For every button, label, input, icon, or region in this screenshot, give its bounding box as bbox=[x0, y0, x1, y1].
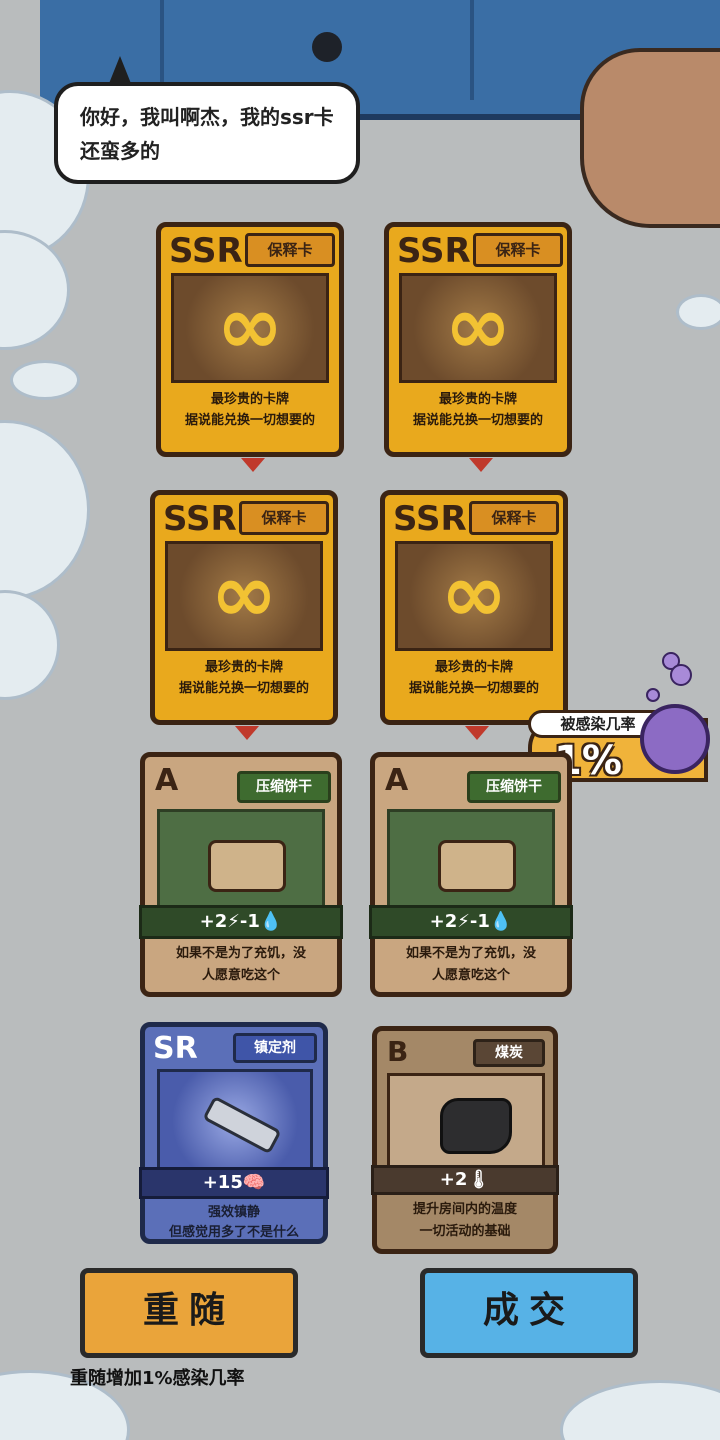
infinity-icon: ∞ bbox=[210, 547, 278, 640]
card-desc-line: 最珍贵的卡牌 bbox=[434, 660, 513, 675]
card-description: 强效镇静 但感觉用多了不是什么 bbox=[151, 1203, 317, 1243]
card-description: 最珍贵的卡牌 据说能兑换一切想要的 bbox=[391, 657, 557, 699]
card-name: 煤炭 bbox=[473, 1039, 545, 1067]
card-art bbox=[157, 809, 325, 917]
card-name: 镇定剂 bbox=[233, 1033, 317, 1063]
card-desc-line: 如果不是为了充饥，没 bbox=[405, 946, 536, 961]
syringe-icon bbox=[202, 1095, 282, 1155]
card-rank: SR bbox=[153, 1031, 198, 1066]
card-rank: SSR bbox=[163, 499, 237, 539]
snow-patch bbox=[10, 360, 80, 400]
card-rank: B bbox=[387, 1035, 409, 1068]
card-art: ∞ bbox=[395, 541, 553, 651]
npc-speech-bubble: 你好，我叫啊杰，我的ssr卡还蛮多的 bbox=[54, 82, 360, 184]
infinity-icon: ∞ bbox=[444, 279, 512, 372]
card-desc-line: 据说能兑换一切想要的 bbox=[184, 413, 315, 428]
trade-card-a-2[interactable]: A 压缩饼干 +2⚡-1💧 如果不是为了充饥，没 人愿意吃这个 bbox=[369, 752, 573, 997]
trade-card-a-1[interactable]: A 压缩饼干 +2⚡-1💧 如果不是为了充饥，没 人愿意吃这个 bbox=[139, 752, 343, 997]
snow-patch bbox=[0, 420, 90, 600]
coal-icon bbox=[440, 1098, 512, 1154]
card-art: ∞ bbox=[399, 273, 557, 383]
snow-patch bbox=[676, 294, 720, 330]
jacket-button bbox=[312, 32, 342, 62]
jacket-seam bbox=[470, 0, 474, 100]
card-description: 如果不是为了充饥，没 人愿意吃这个 bbox=[383, 943, 559, 987]
card-desc-line: 如果不是为了充饥，没 bbox=[175, 946, 306, 961]
card-description: 最珍贵的卡牌 据说能兑换一切想要的 bbox=[395, 389, 561, 431]
trade-card-b[interactable]: B 煤炭 +2🌡 提升房间内的温度 一切活动的基础 bbox=[371, 1026, 559, 1254]
card-description: 提升房间内的温度 一切活动的基础 bbox=[383, 1199, 547, 1243]
card-stats: +2⚡-1💧 bbox=[369, 905, 573, 939]
card-art: ∞ bbox=[165, 541, 323, 651]
npc-fist bbox=[580, 48, 720, 228]
card-art bbox=[387, 1073, 545, 1173]
virus-icon bbox=[640, 704, 710, 774]
snow-patch bbox=[560, 1380, 720, 1440]
card-name: 压缩饼干 bbox=[237, 771, 331, 803]
card-rank: A bbox=[155, 763, 179, 798]
card-name: 保释卡 bbox=[473, 233, 563, 267]
card-desc-line: 人愿意吃这个 bbox=[431, 968, 510, 983]
infinity-icon: ∞ bbox=[440, 547, 508, 640]
card-desc-line: 据说能兑换一切想要的 bbox=[412, 413, 543, 428]
card-desc-line: 据说能兑换一切想要的 bbox=[408, 681, 539, 696]
card-pointer bbox=[241, 458, 265, 472]
card-description: 最珍贵的卡牌 据说能兑换一切想要的 bbox=[167, 389, 333, 431]
trade-card-ssr-4[interactable]: SSR 保释卡 ∞ 最珍贵的卡牌 据说能兑换一切想要的 bbox=[380, 490, 568, 740]
reroll-button[interactable]: 重随 bbox=[80, 1268, 298, 1358]
infinity-icon: ∞ bbox=[216, 279, 284, 372]
trade-card-sr[interactable]: SR 镇定剂 +15🧠 强效镇静 但感觉用多了不是什么 bbox=[139, 1022, 329, 1244]
card-stats: +2🌡 bbox=[371, 1165, 559, 1195]
card-stats: +2⚡-1💧 bbox=[139, 905, 343, 939]
reroll-hint: 重随增加1%感染几率 bbox=[70, 1368, 245, 1389]
snow-patch bbox=[0, 230, 70, 350]
card-name: 保释卡 bbox=[239, 501, 329, 535]
card-desc-line: 一切活动的基础 bbox=[419, 1224, 511, 1239]
card-desc-line: 最珍贵的卡牌 bbox=[210, 392, 289, 407]
card-pointer bbox=[465, 726, 489, 740]
card-pointer bbox=[469, 458, 493, 472]
card-desc-line: 据说能兑换一切想要的 bbox=[178, 681, 309, 696]
deal-button[interactable]: 成交 bbox=[420, 1268, 638, 1358]
biscuit-icon bbox=[438, 840, 516, 892]
card-desc-line: 提升房间内的温度 bbox=[412, 1202, 517, 1217]
card-art bbox=[157, 1069, 313, 1173]
card-art: ∞ bbox=[171, 273, 329, 383]
card-rank: SSR bbox=[393, 499, 467, 539]
card-name: 压缩饼干 bbox=[467, 771, 561, 803]
virus-bubble bbox=[670, 664, 692, 686]
virus-bubble bbox=[646, 688, 660, 702]
card-stats: +15🧠 bbox=[139, 1167, 329, 1199]
trade-card-ssr-3[interactable]: SSR 保释卡 ∞ 最珍贵的卡牌 据说能兑换一切想要的 bbox=[150, 490, 338, 740]
card-description: 如果不是为了充饥，没 人愿意吃这个 bbox=[153, 943, 329, 987]
card-desc-line: 但感觉用多了不是什么 bbox=[168, 1225, 299, 1240]
card-name: 保释卡 bbox=[469, 501, 559, 535]
biscuit-icon bbox=[208, 840, 286, 892]
snow-patch bbox=[0, 590, 60, 700]
card-rank: SSR bbox=[169, 231, 243, 271]
card-name: 保释卡 bbox=[245, 233, 335, 267]
card-description: 最珍贵的卡牌 据说能兑换一切想要的 bbox=[161, 657, 327, 699]
trade-card-ssr-1[interactable]: SSR 保释卡 ∞ 最珍贵的卡牌 据说能兑换一切想要的 bbox=[156, 222, 344, 472]
trade-card-ssr-2[interactable]: SSR 保释卡 ∞ 最珍贵的卡牌 据说能兑换一切想要的 bbox=[384, 222, 572, 472]
card-rank: SSR bbox=[397, 231, 471, 271]
card-pointer bbox=[235, 726, 259, 740]
card-art bbox=[387, 809, 555, 917]
card-desc-line: 最珍贵的卡牌 bbox=[204, 660, 283, 675]
card-desc-line: 强效镇静 bbox=[207, 1205, 260, 1220]
card-rank: A bbox=[385, 763, 409, 798]
card-desc-line: 最珍贵的卡牌 bbox=[438, 392, 517, 407]
card-desc-line: 人愿意吃这个 bbox=[201, 968, 280, 983]
npc-speech-text: 你好，我叫啊杰，我的ssr卡还蛮多的 bbox=[80, 105, 334, 163]
